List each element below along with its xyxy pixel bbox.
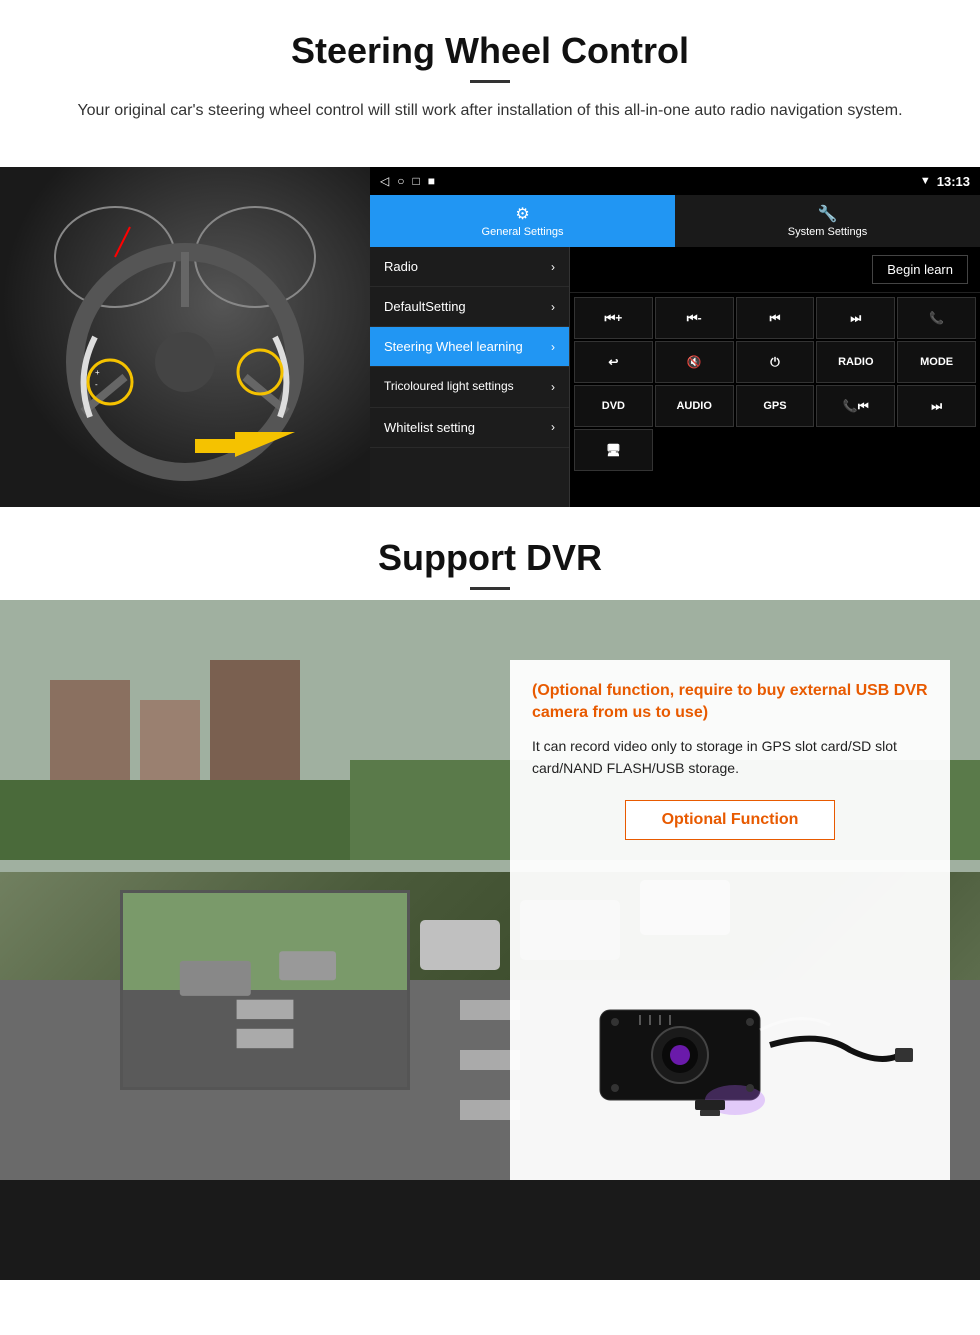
android-screen: ◁ ○ □ ■ ▼ 13:13 ⚙ General Settings 🔧 Sys… (370, 167, 980, 507)
steering-title: Steering Wheel Control (40, 30, 940, 72)
steering-wheel-bg: + - (0, 167, 370, 507)
ctrl-mode[interactable]: MODE (897, 341, 976, 383)
ctrl-prev[interactable]: ⏮ (736, 297, 815, 339)
ctrl-radio[interactable]: RADIO (816, 341, 895, 383)
ctrl-call-prev[interactable]: 📞⏮ (816, 385, 895, 427)
screen-content: Radio › DefaultSetting › Steering Wheel … (370, 247, 980, 507)
dvr-camera-svg (540, 970, 920, 1130)
svg-text:-: - (95, 380, 98, 389)
ctrl-power[interactable]: ⏻ (736, 341, 815, 383)
ctrl-audio[interactable]: AUDIO (655, 385, 734, 427)
menu-item-radio[interactable]: Radio › (370, 247, 569, 287)
ctrl-skip[interactable]: ⏭ (897, 385, 976, 427)
ctrl-next[interactable]: ⏭ (816, 297, 895, 339)
ctrl-hangup[interactable]: ↩ (574, 341, 653, 383)
dvr-divider (470, 587, 510, 590)
begin-learn-button[interactable]: Begin learn (872, 255, 968, 284)
dvr-inset-image (120, 890, 410, 1090)
menu-item-radio-label: Radio (384, 259, 418, 274)
dvr-card-title: (Optional function, require to buy exter… (532, 680, 928, 725)
status-time: 13:13 (937, 174, 970, 189)
system-icon: 🔧 (818, 204, 838, 224)
inset-road-svg (123, 893, 407, 1087)
status-bar: ◁ ○ □ ■ ▼ 13:13 (370, 167, 980, 195)
menu-icon: ■ (428, 174, 435, 188)
ctrl-dvd[interactable]: DVD (574, 385, 653, 427)
steering-composite: + - ◁ ○ □ ■ ▼ 13:13 ⚙ (0, 167, 980, 507)
dvr-section: Support DVR (0, 507, 980, 1280)
steering-section: Steering Wheel Control Your original car… (0, 0, 980, 167)
ctrl-vol-down[interactable]: ⏮- (655, 297, 734, 339)
menu-arrow-default: › (551, 300, 555, 314)
svg-text:+: + (95, 368, 100, 377)
steering-description: Your original car's steering wheel contr… (65, 99, 915, 123)
nav-icons: ◁ ○ □ ■ (380, 174, 435, 188)
menu-arrow-steering: › (551, 340, 555, 354)
menu-item-light-label: Tricoloured light settings (384, 379, 514, 395)
menu-item-steering-label: Steering Wheel learning (384, 339, 523, 354)
ctrl-vol-up[interactable]: ⏮+ (574, 297, 653, 339)
ctrl-gps[interactable]: GPS (736, 385, 815, 427)
menu-item-default-label: DefaultSetting (384, 299, 466, 314)
tab-general-settings[interactable]: ⚙ General Settings (370, 195, 675, 247)
steering-wheel-svg: + - (15, 177, 355, 497)
ctrl-screen[interactable]: 🖥 (574, 429, 653, 471)
menu-item-light[interactable]: Tricoloured light settings › (370, 367, 569, 408)
menu-list: Radio › DefaultSetting › Steering Wheel … (370, 247, 570, 507)
title-divider (470, 80, 510, 83)
menu-item-whitelist-label: Whitelist setting (384, 420, 475, 435)
menu-item-whitelist[interactable]: Whitelist setting › (370, 408, 569, 448)
begin-learn-row: Begin learn (570, 247, 980, 293)
settings-icon: ⚙ (515, 204, 529, 224)
controls-grid: ⏮+ ⏮- ⏮ ⏭ 📞 ↩ 🔇 ⏻ RADIO MODE DVD AUDIO G… (570, 293, 980, 475)
menu-item-steering[interactable]: Steering Wheel learning › (370, 327, 569, 367)
status-right: ▼ 13:13 (920, 174, 970, 189)
dvr-title: Support DVR (0, 507, 980, 587)
menu-arrow-radio: › (551, 260, 555, 274)
optional-function-row: Optional Function (532, 800, 928, 840)
dvr-camera-container (510, 970, 950, 1130)
menu-arrow-light: › (551, 380, 555, 394)
signal-icon: ▼ (920, 175, 931, 187)
tab-system-settings[interactable]: 🔧 System Settings (675, 195, 980, 247)
optional-function-button[interactable]: Optional Function (625, 800, 836, 840)
home-icon: ○ (397, 174, 404, 188)
ctrl-call[interactable]: 📞 (897, 297, 976, 339)
back-icon: ◁ (380, 174, 389, 188)
dvr-card-description: It can record video only to storage in G… (532, 735, 928, 780)
steering-wheel-image: + - (0, 167, 370, 507)
tabs-row: ⚙ General Settings 🔧 System Settings (370, 195, 980, 247)
menu-item-default[interactable]: DefaultSetting › (370, 287, 569, 327)
menu-arrow-whitelist: › (551, 420, 555, 434)
tab-system-label: System Settings (788, 226, 867, 238)
tab-general-label: General Settings (482, 226, 564, 238)
dvr-background: (Optional function, require to buy exter… (0, 600, 980, 1280)
right-panel: Begin learn ⏮+ ⏮- ⏮ ⏭ 📞 ↩ 🔇 ⏻ RADIO MODE… (570, 247, 980, 507)
ctrl-mute[interactable]: 🔇 (655, 341, 734, 383)
recents-icon: □ (412, 174, 419, 188)
dvr-info-card: (Optional function, require to buy exter… (510, 660, 950, 1180)
